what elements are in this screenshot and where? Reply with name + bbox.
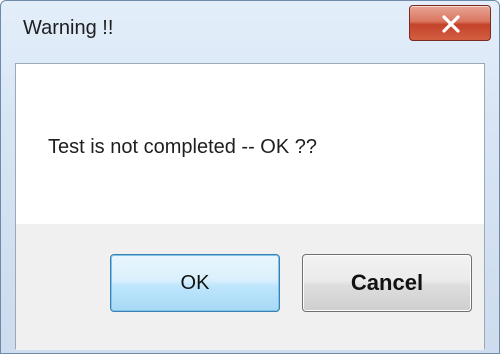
close-button[interactable]: [409, 5, 491, 41]
window-title: Warning !!: [23, 17, 114, 39]
cancel-button[interactable]: Cancel: [302, 254, 472, 312]
dialog-message: Test is not completed -- OK ??: [48, 136, 318, 158]
dialog-body: Test is not completed -- OK ?? OK Cancel: [15, 63, 485, 350]
message-area: Test is not completed -- OK ??: [16, 64, 484, 224]
ok-button[interactable]: OK: [110, 254, 280, 312]
warning-dialog: Warning !! Test is not completed -- OK ?…: [0, 0, 500, 354]
title-bar[interactable]: Warning !!: [1, 1, 499, 63]
close-icon: [442, 15, 460, 33]
button-bar: OK Cancel: [16, 224, 484, 350]
